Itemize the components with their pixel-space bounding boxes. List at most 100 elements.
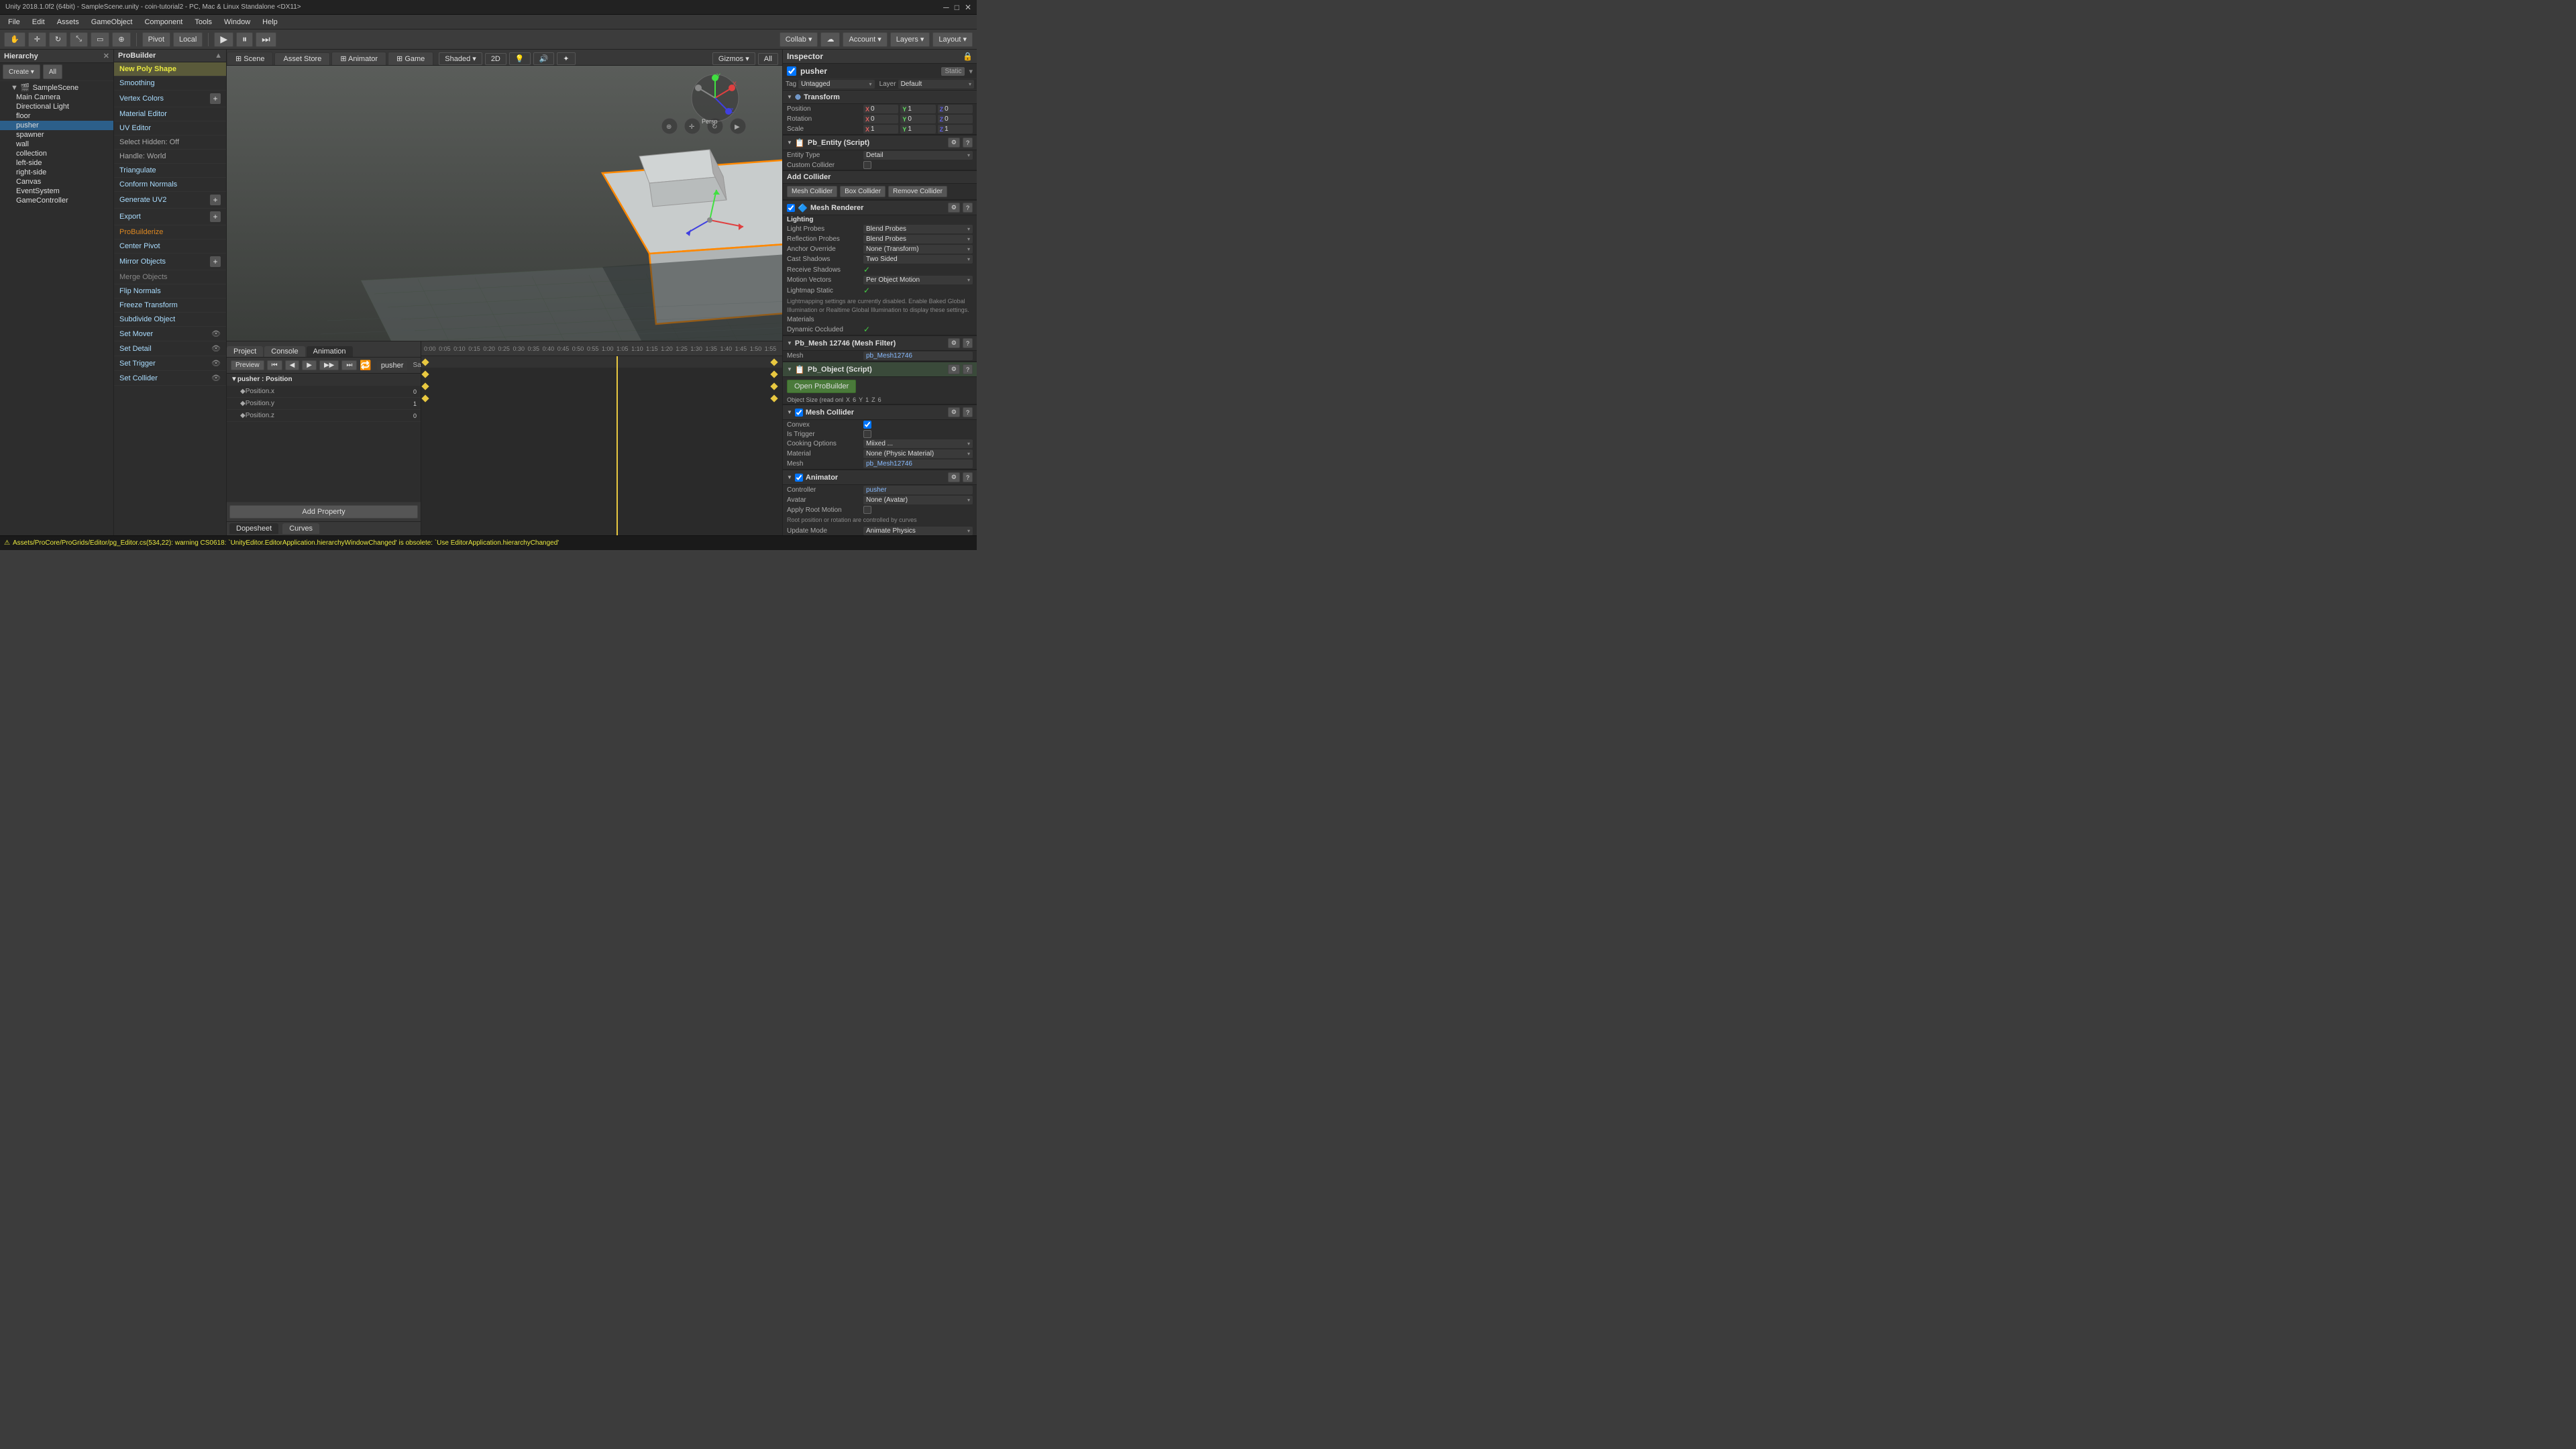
pb-uv-editor[interactable]: UV Editor — [114, 121, 226, 136]
mesh-collider-help-btn[interactable]: ? — [963, 407, 973, 417]
pb-center-pivot[interactable]: Center Pivot — [114, 239, 226, 254]
hierarchy-item-collection[interactable]: collection — [0, 149, 113, 158]
position-z-field[interactable]: Z 0 — [938, 105, 973, 113]
toolbar-layout-btn[interactable]: Layout ▾ — [932, 32, 973, 47]
toolbar-pause-btn[interactable]: ⏸ — [236, 32, 253, 47]
animator-checkbox[interactable] — [795, 474, 803, 482]
hierarchy-item-canvas[interactable]: Canvas — [0, 177, 113, 186]
toolbar-scale-tool[interactable]: ⤡ — [70, 32, 88, 47]
tab-scene[interactable]: ⊞ Scene — [227, 52, 273, 65]
pb-set-trigger[interactable]: Set Trigger 👁 — [114, 356, 226, 371]
minimize-button[interactable]: ─ — [943, 3, 949, 12]
menu-help[interactable]: Help — [257, 17, 283, 28]
anchor-override-dropdown[interactable]: None (Transform) ▾ — [863, 245, 973, 254]
hierarchy-close-icon[interactable]: ✕ — [103, 52, 109, 60]
tab-animation[interactable]: Animation — [307, 346, 353, 357]
rot-z-field[interactable]: Z 0 — [938, 115, 973, 123]
toolbar-rotate-tool[interactable]: ↻ — [49, 32, 67, 47]
position-y-field[interactable]: Y 1 — [900, 105, 935, 113]
anim-preview-btn[interactable]: Preview — [231, 360, 264, 370]
pb-entity-help-btn[interactable]: ? — [963, 138, 973, 148]
set-mover-eye-icon[interactable]: 👁 — [211, 329, 221, 338]
toolbar-step-btn[interactable]: ⏭ — [256, 32, 276, 47]
set-collider-eye-icon[interactable]: 👁 — [211, 374, 221, 382]
tab-project[interactable]: Project — [227, 346, 263, 357]
menu-edit[interactable]: Edit — [27, 17, 50, 28]
tab-dopesheet[interactable]: Dopesheet — [229, 523, 278, 534]
pb-entity-settings-btn[interactable]: ⚙ — [948, 138, 960, 148]
pb-new-poly-shape[interactable]: New Poly Shape — [114, 62, 226, 76]
timeline-playhead[interactable] — [616, 356, 618, 535]
pb-mirror-objects[interactable]: Mirror Objects + — [114, 254, 226, 270]
keyframe-z-end[interactable] — [770, 394, 777, 402]
track-position-y[interactable]: ◆ Position.y 1 — [227, 398, 421, 410]
tag-dropdown[interactable]: Untagged ▾ — [798, 80, 874, 89]
scale-z-field[interactable]: Z 1 — [938, 125, 973, 133]
hierarchy-item-wall[interactable]: wall — [0, 140, 113, 149]
rot-y-field[interactable]: Y 0 — [900, 115, 935, 123]
menu-tools[interactable]: Tools — [189, 17, 217, 28]
menu-file[interactable]: File — [3, 17, 25, 28]
toolbar-pivot-btn[interactable]: Pivot — [142, 32, 170, 47]
anim-prev-btn[interactable]: ◀ — [285, 360, 300, 370]
scene-search-all[interactable]: All — [758, 53, 778, 65]
hierarchy-all-btn[interactable]: All — [43, 64, 62, 79]
pb-merge-objects[interactable]: Merge Objects — [114, 270, 226, 284]
add-property-btn[interactable]: Add Property — [229, 505, 418, 519]
update-mode-dropdown[interactable]: Animate Physics ▾ — [863, 527, 973, 535]
track-position-z[interactable]: ◆ Position.z 0 — [227, 410, 421, 422]
collider-mesh-value[interactable]: pb_Mesh12746 — [863, 460, 973, 468]
scene-lighting-btn[interactable]: 💡 — [509, 52, 531, 65]
pb-export[interactable]: Export + — [114, 209, 226, 225]
vertex-colors-plus-btn[interactable]: + — [210, 93, 221, 104]
light-probes-dropdown[interactable]: Blend Probes ▾ — [863, 225, 973, 233]
pb-object-settings-btn[interactable]: ⚙ — [948, 364, 960, 374]
convex-checkbox[interactable] — [863, 421, 871, 429]
keyframe-y-end[interactable] — [770, 382, 777, 390]
anim-prev-keyframe-btn[interactable]: ⏮ — [267, 360, 282, 370]
pb-smoothing[interactable]: Smoothing — [114, 76, 226, 91]
mesh-collider-checkbox[interactable] — [795, 409, 803, 417]
close-button[interactable]: ✕ — [965, 3, 971, 12]
controller-value[interactable]: pusher — [863, 486, 973, 494]
open-probuilder-btn[interactable]: Open ProBuilder — [787, 380, 856, 393]
scene-effects-btn[interactable]: ✦ — [557, 52, 575, 65]
keyframe-start[interactable] — [421, 358, 429, 366]
pb-select-hidden[interactable]: Select Hidden: Off — [114, 136, 226, 150]
lightmap-static-check[interactable]: ✓ — [863, 286, 870, 295]
tab-curves[interactable]: Curves — [282, 523, 319, 534]
animator-settings-btn[interactable]: ⚙ — [948, 472, 960, 482]
pb-set-mover[interactable]: Set Mover 👁 — [114, 327, 226, 341]
hierarchy-item-scene[interactable]: ▼ 🎬 SampleScene — [0, 83, 113, 93]
hierarchy-item-pusher[interactable]: pusher — [0, 121, 113, 130]
menu-assets[interactable]: Assets — [52, 17, 85, 28]
anim-next-btn[interactable]: ▶▶ — [319, 360, 339, 370]
reflection-probes-dropdown[interactable]: Blend Probes ▾ — [863, 235, 973, 244]
object-active-checkbox[interactable] — [787, 66, 796, 76]
toolbar-rect-tool[interactable]: ▭ — [91, 32, 109, 47]
pb-freeze-transform[interactable]: Freeze Transform — [114, 299, 226, 313]
receive-shadows-check[interactable]: ✓ — [863, 265, 870, 274]
gizmos-btn[interactable]: Gizmos ▾ — [712, 52, 755, 65]
anim-play-btn[interactable]: ▶ — [302, 360, 317, 370]
hierarchy-item-gamecontroller[interactable]: GameController — [0, 196, 113, 205]
keyframe-x-start[interactable] — [421, 370, 429, 378]
hierarchy-item-spawner[interactable]: spawner — [0, 130, 113, 140]
menu-component[interactable]: Component — [139, 17, 188, 28]
pb-triangulate[interactable]: Triangulate — [114, 164, 226, 178]
custom-collider-checkbox[interactable] — [863, 161, 871, 169]
box-collider-btn[interactable]: Box Collider — [840, 186, 885, 197]
keyframe-y-start[interactable] — [421, 382, 429, 390]
keyframe-z-start[interactable] — [421, 394, 429, 402]
mirror-objects-plus-btn[interactable]: + — [210, 256, 221, 267]
shaded-dropdown[interactable]: Shaded ▾ — [439, 52, 482, 65]
scale-x-field[interactable]: X 1 — [863, 125, 898, 133]
layer-dropdown[interactable]: Default ▾ — [898, 80, 974, 89]
pb-subdivide-object[interactable]: Subdivide Object — [114, 313, 226, 327]
mesh-renderer-settings-btn[interactable]: ⚙ — [948, 203, 960, 213]
mesh-filter-value[interactable]: pb_Mesh12746 — [863, 352, 973, 360]
maximize-button[interactable]: □ — [955, 3, 959, 12]
collider-material-dropdown[interactable]: None (Physic Material) ▾ — [863, 449, 973, 458]
scene-audio-btn[interactable]: 🔊 — [533, 52, 555, 65]
scene-view[interactable]: ⊕ ✛ ↻ ▶ — [227, 66, 782, 341]
